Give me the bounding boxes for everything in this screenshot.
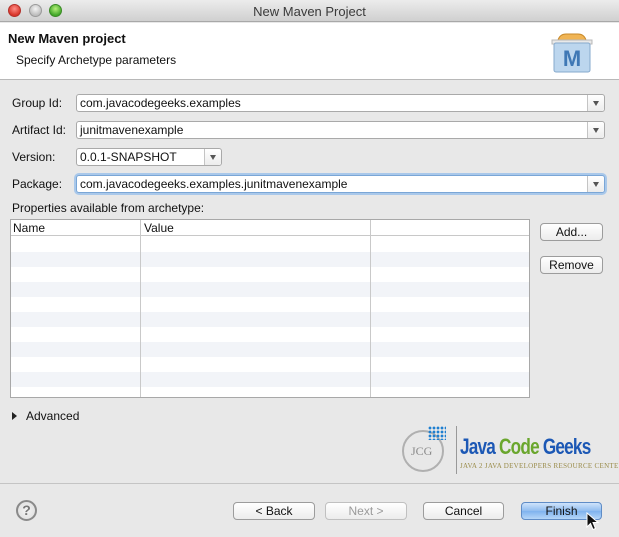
logo-dots-icon bbox=[428, 426, 446, 440]
package-value[interactable]: com.javacodegeeks.examples.junitmavenexa… bbox=[80, 177, 347, 191]
table-row[interactable] bbox=[11, 312, 529, 327]
group-id-label: Group Id: bbox=[12, 96, 63, 110]
java-code-geeks-logo: JCG Java Code Geeks JAVA 2 JAVA DEVELOPE… bbox=[398, 424, 619, 476]
back-button[interactable]: < Back bbox=[233, 502, 315, 520]
table-row[interactable] bbox=[11, 357, 529, 372]
logo-brand-java: Java bbox=[460, 434, 496, 459]
wizard-title: New Maven project bbox=[8, 31, 126, 46]
column-divider[interactable] bbox=[140, 220, 141, 397]
package-combo[interactable]: com.javacodegeeks.examples.junitmavenexa… bbox=[76, 175, 605, 193]
wizard-subtitle: Specify Archetype parameters bbox=[16, 53, 177, 67]
chevron-down-icon[interactable] bbox=[587, 122, 604, 138]
properties-table[interactable]: Name Value bbox=[10, 219, 530, 398]
group-id-combo[interactable]: com.javacodegeeks.examples bbox=[76, 94, 605, 112]
cancel-button[interactable]: Cancel bbox=[423, 502, 504, 520]
advanced-label[interactable]: Advanced bbox=[26, 409, 79, 423]
table-row[interactable] bbox=[11, 372, 529, 387]
column-header-value[interactable]: Value bbox=[144, 221, 174, 235]
logo-tagline: JAVA 2 JAVA DEVELOPERS RESOURCE CENTER bbox=[460, 462, 619, 470]
column-header-name[interactable]: Name bbox=[13, 221, 45, 235]
package-label: Package: bbox=[12, 177, 63, 191]
properties-label: Properties available from archetype: bbox=[12, 201, 205, 215]
mouse-pointer-icon bbox=[586, 512, 600, 531]
version-value[interactable]: 0.0.1-SNAPSHOT bbox=[80, 150, 177, 164]
table-row[interactable] bbox=[11, 237, 529, 252]
help-icon[interactable]: ? bbox=[16, 500, 37, 521]
window-title: New Maven Project bbox=[253, 4, 366, 19]
table-row[interactable] bbox=[11, 267, 529, 282]
jcg-badge-text: JCG bbox=[411, 444, 433, 458]
table-row[interactable] bbox=[11, 252, 529, 267]
table-row[interactable] bbox=[11, 342, 529, 357]
table-row[interactable] bbox=[11, 297, 529, 312]
chevron-down-icon[interactable] bbox=[204, 149, 221, 165]
footer-divider bbox=[0, 483, 619, 484]
chevron-down-icon[interactable] bbox=[587, 176, 604, 192]
version-label: Version: bbox=[12, 150, 56, 164]
logo-brand-geeks: Geeks bbox=[542, 434, 591, 459]
column-divider[interactable] bbox=[370, 220, 371, 397]
logo-divider bbox=[456, 426, 457, 474]
artifact-id-combo[interactable]: junitmavenexample bbox=[76, 121, 605, 139]
version-combo[interactable]: 0.0.1-SNAPSHOT bbox=[76, 148, 222, 166]
add-property-button[interactable]: Add... bbox=[540, 223, 603, 241]
new-maven-project-dialog: New Maven Project New Maven project Spec… bbox=[0, 0, 619, 537]
artifact-id-value[interactable]: junitmavenexample bbox=[80, 123, 183, 137]
table-row[interactable] bbox=[11, 387, 529, 397]
table-row[interactable] bbox=[11, 327, 529, 342]
wizard-header: New Maven project Specify Archetype para… bbox=[0, 23, 619, 80]
table-header: Name Value bbox=[11, 220, 529, 236]
group-id-value[interactable]: com.javacodegeeks.examples bbox=[80, 96, 241, 110]
remove-property-button[interactable]: Remove bbox=[540, 256, 603, 274]
next-button[interactable]: Next > bbox=[325, 502, 407, 520]
maven-m-icon: M bbox=[551, 33, 593, 73]
title-bar: New Maven Project bbox=[0, 0, 619, 22]
chevron-down-icon[interactable] bbox=[587, 95, 604, 111]
disclosure-triangle-icon[interactable] bbox=[12, 412, 17, 420]
artifact-id-label: Artifact Id: bbox=[12, 123, 67, 137]
advanced-section-toggle[interactable]: Advanced bbox=[12, 409, 79, 423]
logo-brand-code: Code bbox=[499, 434, 540, 459]
table-row[interactable] bbox=[11, 282, 529, 297]
logo-brand: Java Code Geeks bbox=[460, 434, 591, 460]
svg-text:M: M bbox=[563, 46, 581, 71]
